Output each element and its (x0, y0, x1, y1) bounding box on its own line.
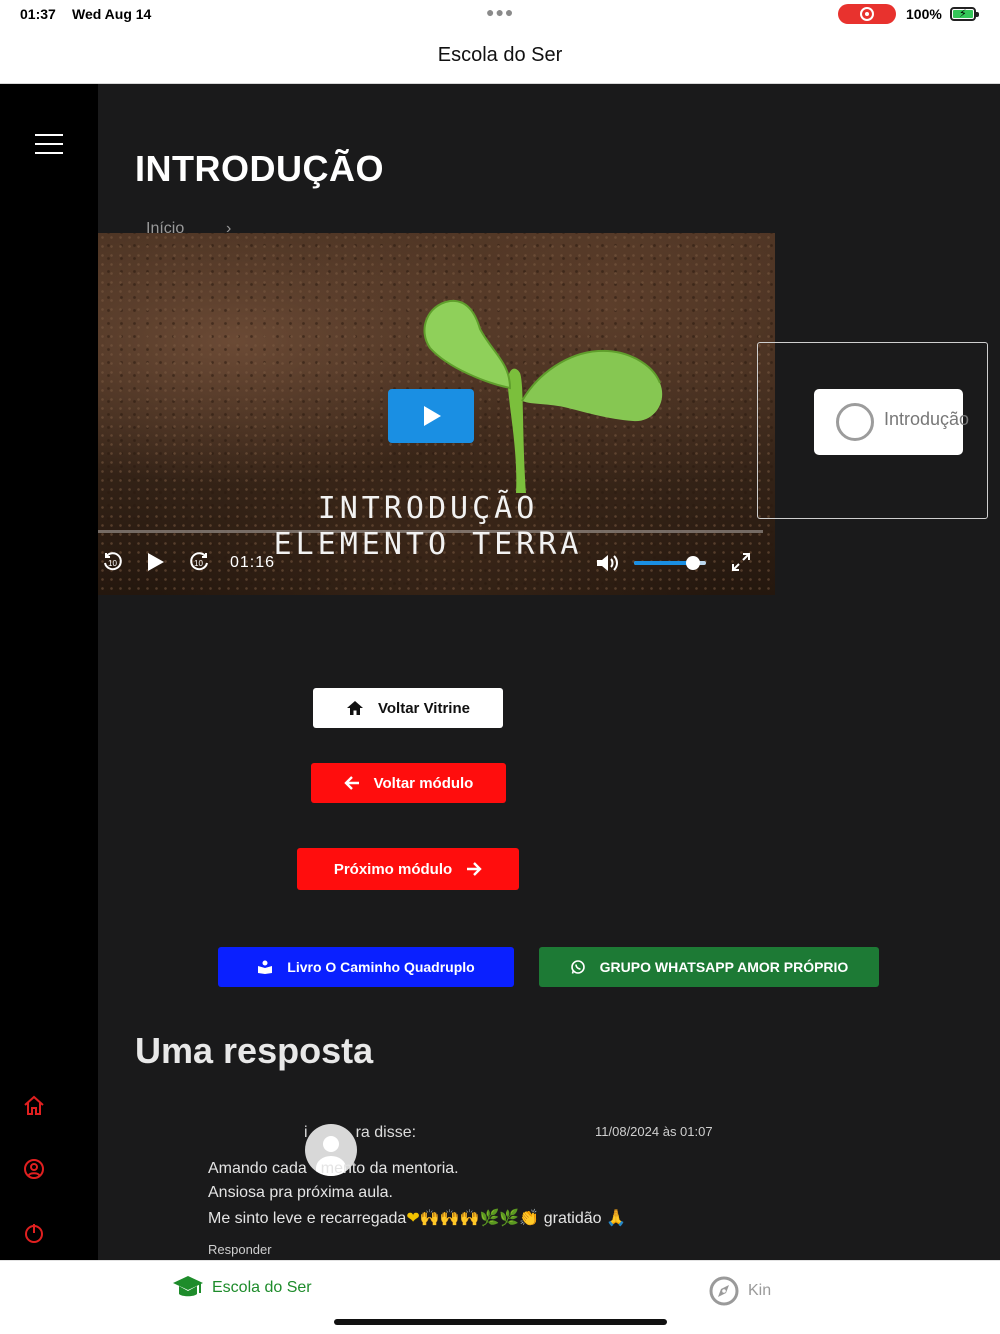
comment-date: 11/08/2024 às 01:07 (595, 1124, 713, 1139)
power-icon[interactable] (22, 1221, 46, 1245)
battery-percent: 100% (906, 6, 942, 22)
arrow-right-icon (467, 862, 482, 876)
home-icon (347, 701, 363, 715)
home-icon[interactable] (22, 1094, 46, 1118)
forward-10-icon[interactable]: 10 (188, 551, 210, 578)
lesson-list-panel: Introdução (757, 342, 988, 519)
video-current-time: 01:16 (230, 554, 276, 571)
comment-emojis: ❤🙌🙌🙌🌿🌿👏 (406, 1210, 540, 1227)
lesson-status-circle-icon[interactable] (836, 403, 874, 441)
next-module-label: Próximo módulo (333, 860, 453, 878)
page-title: INTRODUÇÃO (135, 148, 384, 189)
hamburger-menu-icon[interactable] (35, 134, 63, 154)
next-module-button[interactable]: Próximo módulo (297, 848, 519, 890)
tab-bar: Escola do Ser Kin (0, 1260, 1000, 1334)
lesson-item-label: Introdução (884, 409, 970, 429)
multitasking-dots-icon[interactable]: ●●● (486, 4, 514, 20)
back-showcase-button[interactable]: Voltar Vitrine (313, 688, 503, 728)
web-content[interactable]: INTRODUÇÃO Início › INTRODUÇÃO ELEMENTO … (0, 84, 1000, 1260)
reply-link[interactable]: Responder (208, 1242, 272, 1257)
comment-line-1: Amando cada mento da mentoria. (208, 1160, 459, 1177)
record-icon (860, 7, 874, 21)
status-bar: 01:37 Wed Aug 14 ●●● 100% ⚡ (0, 0, 1000, 28)
status-date: Wed Aug 14 (72, 6, 152, 22)
video-progress-bar[interactable] (98, 530, 763, 533)
sidebar (0, 84, 98, 1260)
app-header: Escola do Ser (0, 28, 1000, 84)
volume-level (634, 561, 694, 565)
charging-bolt-icon: ⚡ (959, 8, 967, 20)
rewind-10-icon[interactable]: 10 (102, 551, 124, 578)
whatsapp-button-label: GRUPO WHATSAPP AMOR PRÓPRIO (599, 959, 849, 975)
video-caption-title: INTRODUÇÃO (317, 491, 539, 526)
graduation-cap-icon (173, 1276, 203, 1297)
play-button-overlay[interactable] (388, 389, 474, 443)
book-button[interactable]: Livro O Caminho Quadruplo (218, 947, 514, 987)
volume-slider[interactable] (634, 556, 706, 570)
book-reader-icon (258, 960, 273, 974)
battery-icon: ⚡ (950, 7, 979, 21)
compass-icon (709, 1276, 739, 1306)
back-module-button[interactable]: Voltar módulo (311, 763, 506, 803)
comment-line-3: Me sinto leve e recarregada❤🙌🙌🙌🌿🌿👏 grati… (208, 1210, 626, 1227)
whatsapp-icon (570, 960, 585, 974)
lesson-item[interactable]: Introdução (814, 389, 969, 455)
tab-kin[interactable]: Kin (708, 1275, 771, 1307)
svg-text:10: 10 (194, 559, 203, 568)
screen-recording-indicator[interactable] (838, 4, 896, 24)
svg-text:10: 10 (108, 559, 117, 568)
back-showcase-label: Voltar Vitrine (378, 699, 470, 717)
book-button-label: Livro O Caminho Quadruplo (287, 959, 475, 975)
tab-escola-do-ser[interactable]: Escola do Ser (172, 1275, 312, 1301)
volume-icon[interactable] (595, 553, 619, 578)
arrow-left-icon (343, 776, 359, 790)
whatsapp-group-button[interactable]: GRUPO WHATSAPP AMOR PRÓPRIO (539, 947, 879, 987)
user-circle-icon[interactable] (22, 1157, 46, 1181)
play-icon[interactable] (146, 551, 166, 578)
fullscreen-icon[interactable] (731, 552, 751, 577)
status-time: 01:37 (20, 6, 56, 22)
home-indicator (334, 1319, 667, 1325)
tab-kin-label: Kin (748, 1282, 772, 1299)
tab-escola-do-ser-label: Escola do Ser (212, 1279, 312, 1296)
app-title: Escola do Ser (437, 44, 563, 66)
video-player[interactable]: INTRODUÇÃO ELEMENTO TERRA 10 10 01:16 (98, 233, 775, 595)
back-module-label: Voltar módulo (373, 774, 474, 792)
comments-heading: Uma resposta (135, 1030, 374, 1071)
comment-line-2: Ansiosa pra próxima aula. (208, 1184, 393, 1201)
